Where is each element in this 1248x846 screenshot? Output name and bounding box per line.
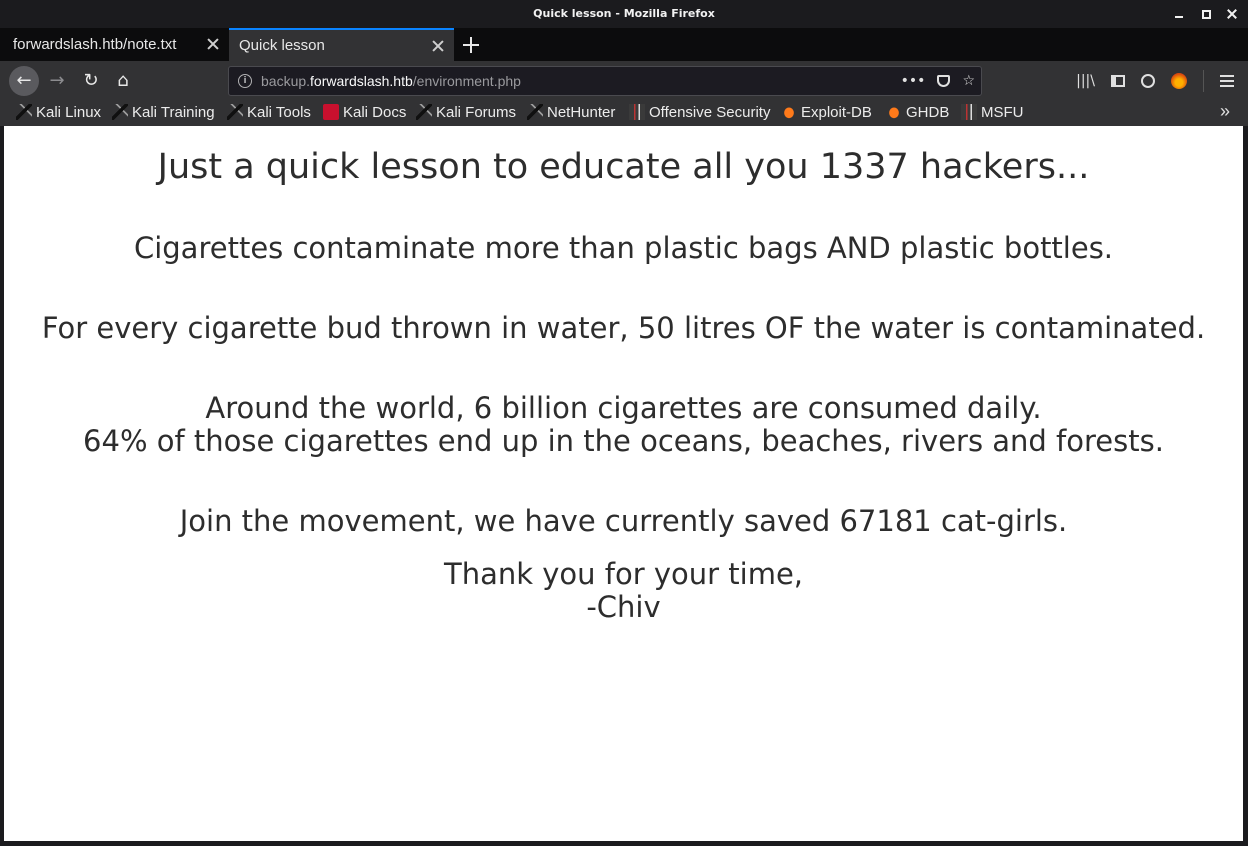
bookmark-label: MSFU [981, 104, 1024, 121]
bookmark-kali-forums[interactable]: Kali Forums [416, 100, 516, 126]
exploit-db-icon [886, 104, 902, 120]
bookmark-kali-linux[interactable]: Kali Linux [16, 100, 101, 126]
toolbar-separator [1203, 70, 1204, 92]
bookmark-label: Kali Docs [343, 104, 407, 121]
bookmark-kali-tools[interactable]: Kali Tools [227, 100, 311, 126]
signature: -Chiv [586, 590, 661, 624]
kali-docs-icon [323, 104, 339, 120]
exploit-db-icon [781, 104, 797, 120]
url-subdomain: backup. [261, 73, 311, 89]
bookmark-nethunter[interactable]: NetHunter [527, 100, 615, 126]
offsec-icon [629, 104, 645, 120]
fact-line: Around the world, 6 billion cigarettes a… [205, 391, 1042, 425]
home-button[interactable]: ⌂ [108, 66, 138, 96]
bookmark-label: Exploit-DB [801, 104, 872, 121]
window-titlebar: Quick lesson - Mozilla Firefox [0, 0, 1248, 28]
kali-dragon-icon [112, 104, 128, 120]
maximize-button[interactable] [1200, 8, 1212, 20]
new-tab-button[interactable] [462, 36, 480, 54]
bookmarks-overflow-icon[interactable]: » [1220, 101, 1230, 122]
call-to-action: Join the movement, we have currently sav… [179, 504, 1068, 538]
page-heading: Just a quick lesson to educate all you 1… [157, 147, 1090, 187]
close-tab-icon[interactable] [207, 38, 219, 50]
tab-quick-lesson[interactable]: Quick lesson [229, 28, 454, 61]
tab-strip: forwardslash.htb/note.txt Quick lesson [0, 28, 1248, 61]
url-text[interactable]: backup.forwardslash.htb/environment.php [261, 67, 521, 95]
kali-dragon-icon [527, 104, 543, 120]
bookmark-label: Offensive Security [649, 104, 771, 121]
account-icon[interactable] [1141, 74, 1155, 88]
close-tab-icon[interactable] [432, 40, 444, 52]
library-icon[interactable]: |||\ [1076, 73, 1095, 89]
bookmark-label: Kali Tools [247, 104, 311, 121]
bookmark-exploit-db[interactable]: Exploit-DB [781, 100, 872, 126]
fact-line: 64% of those cigarettes end up in the oc… [83, 424, 1164, 458]
minimize-button[interactable] [1174, 8, 1186, 20]
navigation-toolbar: ← → ↻ ⌂ i backup.forwardslash.htb/enviro… [0, 61, 1248, 100]
bookmark-label: GHDB [906, 104, 950, 121]
bookmark-label: Kali Forums [436, 104, 517, 121]
toolbar-right: |||\ [1076, 67, 1234, 95]
bookmark-label: Kali Linux [36, 104, 102, 121]
reload-button[interactable]: ↻ [76, 66, 106, 96]
tab-note[interactable]: forwardslash.htb/note.txt [0, 28, 229, 61]
url-domain: forwardslash.htb [310, 73, 413, 89]
bookmark-kali-docs[interactable]: Kali Docs [323, 100, 406, 126]
forward-button[interactable]: → [42, 66, 72, 96]
site-info-icon[interactable]: i [238, 74, 252, 88]
page-content: Just a quick lesson to educate all you 1… [4, 126, 1243, 841]
closing-line: Thank you for your time, [443, 557, 804, 591]
pocket-icon[interactable] [937, 75, 951, 87]
window-controls [1174, 0, 1238, 28]
kali-dragon-icon [16, 104, 32, 120]
window-title: Quick lesson - Mozilla Firefox [533, 7, 715, 20]
bookmarks-toolbar: Kali Linux Kali Training Kali Tools Kali… [0, 100, 1248, 126]
bookmark-label: NetHunter [547, 104, 616, 121]
close-window-button[interactable] [1226, 8, 1238, 20]
fact-line: For every cigarette bud thrown in water,… [41, 311, 1206, 345]
url-bar[interactable]: i backup.forwardslash.htb/environment.ph… [228, 66, 982, 96]
url-path: /environment.php [412, 73, 521, 89]
bookmark-star-icon[interactable]: ☆ [962, 73, 975, 89]
tab-label: Quick lesson [239, 37, 325, 54]
hamburger-menu-icon[interactable] [1220, 75, 1234, 87]
back-button[interactable]: ← [9, 66, 39, 96]
kali-dragon-icon [416, 104, 432, 120]
fact-line: Cigarettes contaminate more than plastic… [133, 231, 1114, 265]
page-actions-icon[interactable]: ••• [901, 73, 926, 89]
offsec-icon [961, 104, 977, 120]
url-actions: ••• ☆ [901, 67, 975, 95]
bookmark-kali-training[interactable]: Kali Training [112, 100, 215, 126]
kali-dragon-icon [227, 104, 243, 120]
bookmark-ghdb[interactable]: GHDB [886, 100, 949, 126]
extension-icon[interactable] [1171, 73, 1187, 89]
bookmark-offensive-security[interactable]: Offensive Security [629, 100, 770, 126]
tab-label: forwardslash.htb/note.txt [13, 36, 177, 53]
sidebar-icon[interactable] [1111, 75, 1125, 87]
bookmark-label: Kali Training [132, 104, 215, 121]
bookmark-msfu[interactable]: MSFU [961, 100, 1024, 126]
